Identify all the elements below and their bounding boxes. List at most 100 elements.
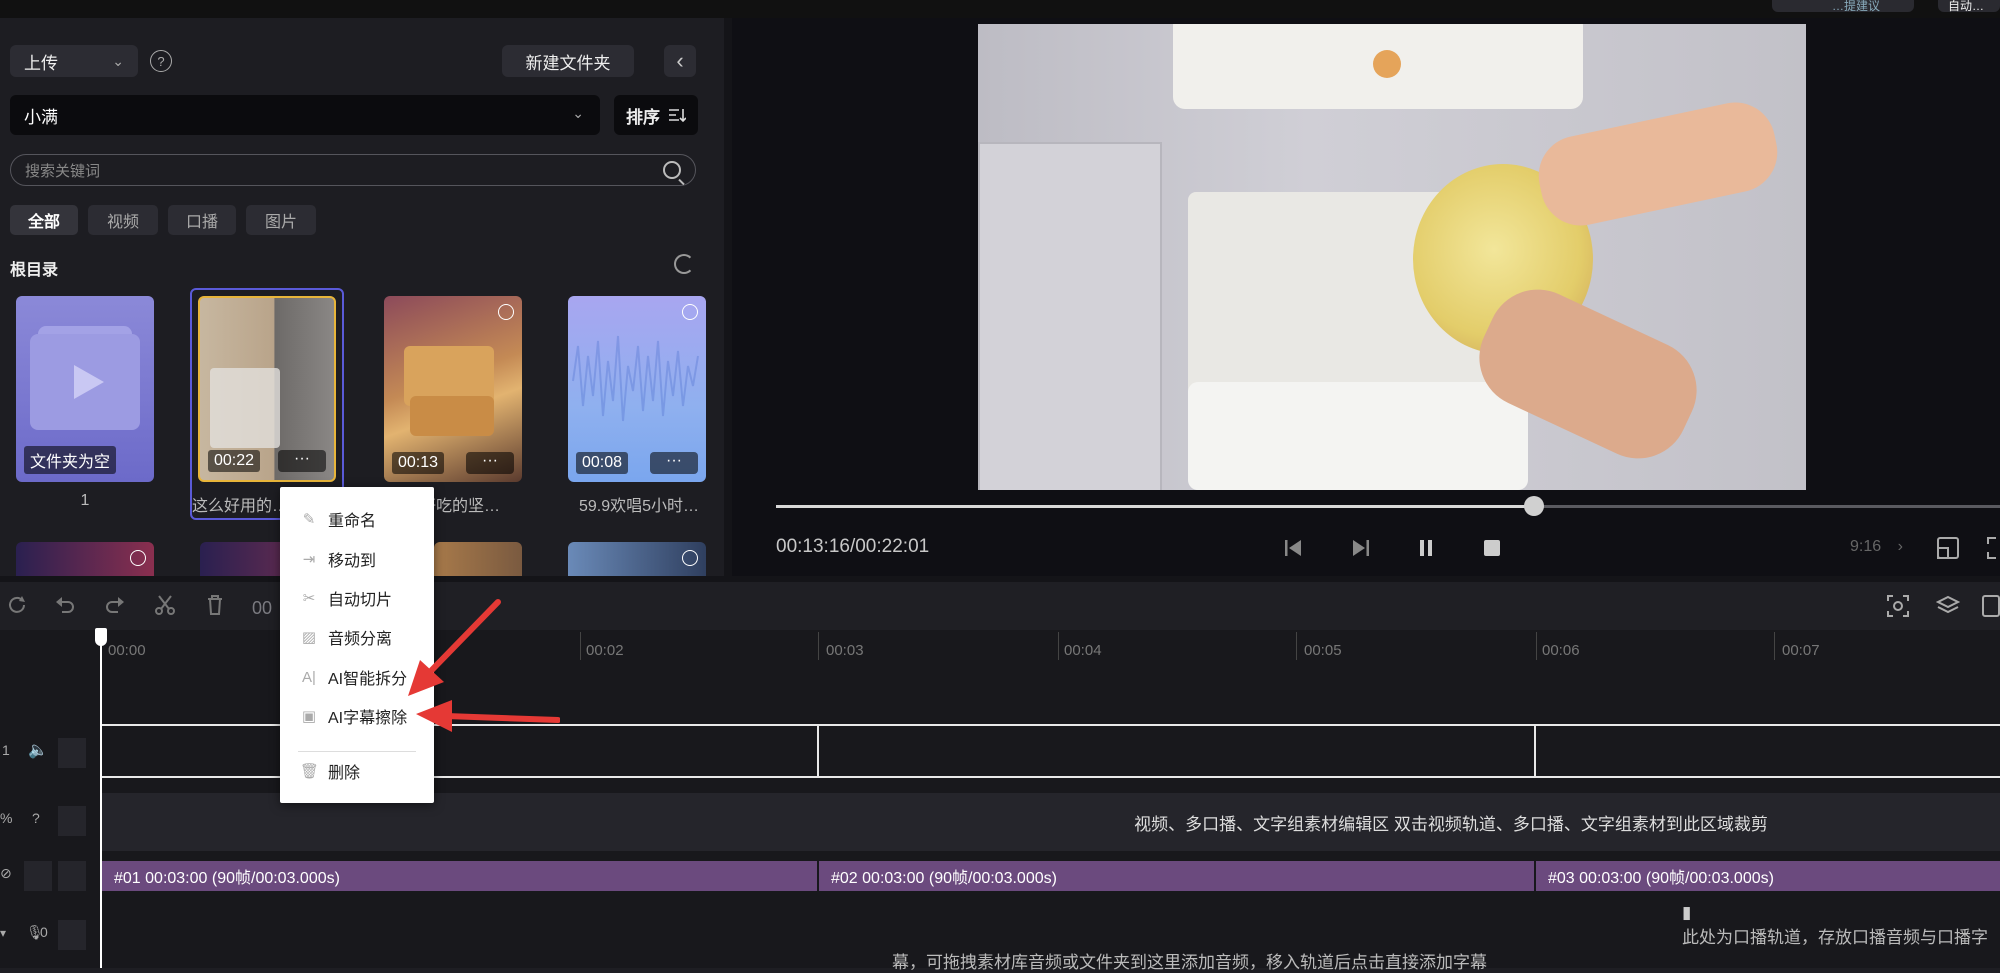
menu-item-ai-split[interactable]: A| AI智能拆分 xyxy=(300,665,407,689)
help-icon[interactable]: ? xyxy=(150,50,172,72)
lock-icon[interactable]: ⊘ xyxy=(0,865,12,882)
refresh-icon[interactable] xyxy=(6,594,28,616)
clip-track-controls: ⊘ xyxy=(0,861,86,891)
clip-boundary[interactable] xyxy=(1534,724,1536,778)
volume-icon[interactable]: 🔈 xyxy=(28,740,48,760)
tab-voiceover[interactable]: 口播 xyxy=(168,205,236,235)
ruler-tick xyxy=(1058,632,1059,660)
trash-icon: 🗑 xyxy=(300,763,320,780)
tab-all[interactable]: 全部 xyxy=(10,205,78,235)
sort-button[interactable]: 排序 xyxy=(614,95,698,135)
drawer-front xyxy=(1188,382,1528,490)
undo-icon[interactable] xyxy=(54,594,76,616)
voiceover-track[interactable]: ▮ 此处为口播轨道，存放口播音频与口播字幕，可拖拽素材库音频或文件夹到这里添加音… xyxy=(102,903,2000,972)
menu-item-rename[interactable]: ✎ 重命名 xyxy=(300,507,376,531)
playhead-handle[interactable] xyxy=(95,628,107,646)
feedback-button[interactable]: …提建议 xyxy=(1772,0,1914,13)
chevron-down-icon: ⌄ xyxy=(112,53,124,69)
top-strip: …提建议 自动… xyxy=(0,0,2000,18)
clip-boundary[interactable] xyxy=(817,724,819,778)
select-checkbox[interactable] xyxy=(130,550,146,566)
refresh-icon[interactable] xyxy=(674,254,694,274)
fullscreen-icon[interactable] xyxy=(1986,536,2000,560)
video-frame xyxy=(978,24,1806,490)
track-control-slot[interactable] xyxy=(58,738,86,768)
select-checkbox[interactable] xyxy=(682,550,698,566)
track-control-slot[interactable] xyxy=(58,806,86,836)
menu-item-move[interactable]: ⇥ 移动到 xyxy=(300,547,376,571)
menu-item-delete[interactable]: 🗑 删除 xyxy=(300,759,360,783)
annotation-arrow-icon xyxy=(416,700,560,732)
upload-dropdown[interactable]: 上传 ⌄ xyxy=(10,45,138,77)
progress-handle[interactable] xyxy=(1524,496,1544,516)
video-thumb[interactable] xyxy=(568,542,706,576)
folder-thumb[interactable]: 文件夹为空 xyxy=(16,296,154,482)
scissors-icon: ✂ xyxy=(302,590,316,607)
timeline-clip[interactable]: #03 00:03:00 (90帧/00:03.000s) xyxy=(1536,861,2000,891)
more-options-button[interactable]: ··· xyxy=(466,452,514,474)
ruler-label: 00:05 xyxy=(1304,642,1342,659)
thumb-image xyxy=(210,368,280,448)
track-control-slot[interactable] xyxy=(58,920,86,950)
next-frame-icon[interactable] xyxy=(1352,538,1370,558)
screenshot-icon[interactable] xyxy=(1886,594,1910,618)
previous-frame-icon[interactable] xyxy=(1284,538,1302,558)
delete-icon[interactable] xyxy=(204,594,226,616)
playhead[interactable] xyxy=(100,628,102,968)
menu-item-auto-slice[interactable]: ✂ 自动切片 xyxy=(300,586,392,610)
tab-image[interactable]: 图片 xyxy=(246,205,316,235)
audio-thumb[interactable]: 00:08 ··· xyxy=(568,296,706,482)
search-icon[interactable] xyxy=(663,161,681,179)
search-placeholder: 搜索关键词 xyxy=(25,162,101,180)
ruler-label: 00:03 xyxy=(826,642,864,659)
more-options-button[interactable]: ··· xyxy=(278,450,326,472)
select-checkbox[interactable] xyxy=(498,304,514,320)
chevron-left-icon: ‹ xyxy=(676,48,684,73)
link-icon[interactable]: % xyxy=(0,810,12,826)
video-thumb[interactable]: 00:22 ··· xyxy=(198,296,336,482)
video-thumb[interactable] xyxy=(434,542,522,576)
more-options-button[interactable]: ··· xyxy=(650,452,698,474)
ruler-tick xyxy=(580,632,581,660)
layers-icon[interactable] xyxy=(1936,594,1960,618)
video-thumb[interactable] xyxy=(16,542,154,576)
duration-badge: 00:13 xyxy=(392,452,445,474)
ruler-label: 00:00 xyxy=(108,642,146,659)
cabinet-door xyxy=(978,142,1162,490)
redo-icon[interactable] xyxy=(104,594,126,616)
ruler-label: 00:06 xyxy=(1542,642,1580,659)
track-control-slot[interactable] xyxy=(58,861,86,891)
new-folder-button[interactable]: 新建文件夹 xyxy=(502,45,634,77)
multi-track-controls: % ? xyxy=(0,806,86,836)
video-track-controls: 1 🔈 xyxy=(0,738,86,768)
duration-badge: 00:22 xyxy=(208,450,261,472)
collapse-panel-button[interactable]: ‹ xyxy=(664,45,696,77)
scissors-icon[interactable] xyxy=(154,594,176,616)
caret-down-icon[interactable]: ▾ xyxy=(0,926,6,940)
tab-video[interactable]: 视频 xyxy=(88,205,158,235)
thumb-image xyxy=(410,396,494,436)
subtitle-erase-icon: ▣ xyxy=(301,708,317,725)
select-checkbox[interactable] xyxy=(682,304,698,320)
timeline-clip[interactable]: #01 00:03:00 (90帧/00:03.000s) xyxy=(102,861,817,891)
panel-divider[interactable] xyxy=(724,18,732,576)
stop-icon[interactable] xyxy=(1482,538,1502,558)
folder-select-value: 小满 xyxy=(24,107,58,127)
split-icon[interactable]: 00 xyxy=(252,598,272,619)
timeline-clip[interactable]: #02 00:03:00 (90帧/00:03.000s) xyxy=(819,861,1534,891)
breadcrumb-root[interactable]: 根目录 xyxy=(10,256,58,280)
track-control-slot[interactable] xyxy=(24,861,52,891)
menu-item-ai-subtitle-erase[interactable]: ▣ AI字幕擦除 xyxy=(300,704,407,728)
crop-icon[interactable] xyxy=(1936,536,1960,560)
pause-icon[interactable] xyxy=(1418,538,1434,558)
video-thumb[interactable]: 00:13 ··· xyxy=(384,296,522,482)
thumb-label: 59.9欢唱5小时… xyxy=(578,498,700,515)
auto-button[interactable]: 自动… xyxy=(1938,0,2000,13)
aspect-ratio[interactable]: 9:16 › xyxy=(1850,538,1903,556)
folder-select[interactable]: 小满 ⌄ xyxy=(10,95,600,135)
knob xyxy=(1373,50,1401,78)
edit-icon[interactable] xyxy=(1982,594,2000,618)
search-input[interactable]: 搜索关键词 xyxy=(10,154,696,186)
sort-icon xyxy=(669,109,686,122)
menu-item-audio-separate[interactable]: ▨ 音频分离 xyxy=(300,625,392,649)
